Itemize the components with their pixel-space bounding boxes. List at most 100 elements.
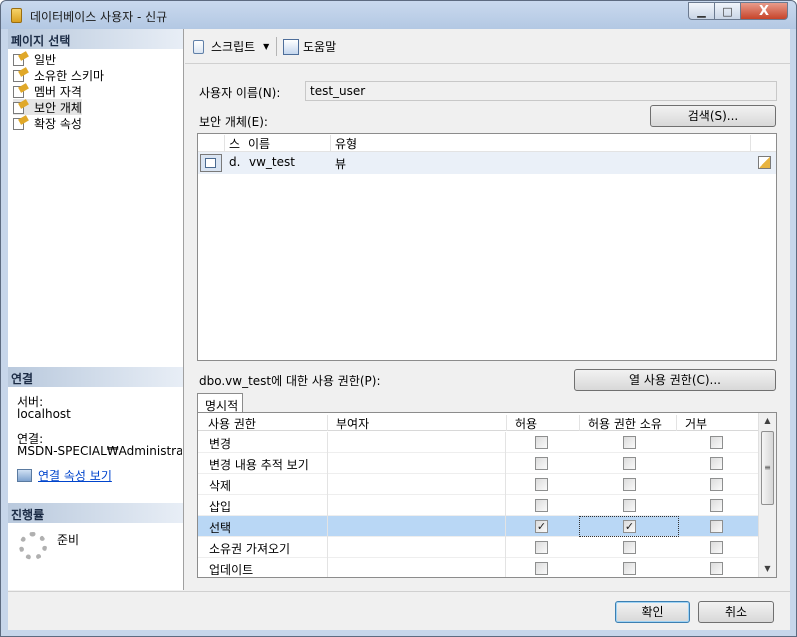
ok-button[interactable]: 확인 <box>615 601 690 623</box>
page-item-membership[interactable]: 멤버 자격 <box>13 82 82 99</box>
help-icon <box>283 38 299 55</box>
grantor-cell[interactable] <box>327 516 506 537</box>
connection-properties-icon <box>17 469 32 482</box>
search-button[interactable]: 검색(S)... <box>650 105 776 127</box>
deny-checkbox[interactable] <box>710 499 723 512</box>
column-header-extra <box>750 135 776 151</box>
dialog-footer: 확인 취소 <box>8 591 790 630</box>
column-header-permission[interactable]: 사용 권한 <box>200 415 256 431</box>
permissions-grid-header: 사용 권한 부여자 허용 허용 권한 소유 거부 <box>198 413 758 431</box>
column-permissions-button[interactable]: 열 사용 권한(C)... <box>574 369 776 391</box>
permission-name: 소유권 가져오기 <box>209 542 291 556</box>
table-row[interactable]: 삽입 <box>198 495 758 516</box>
with-grant-checkbox[interactable] <box>623 541 636 554</box>
edit-icon[interactable] <box>758 156 771 169</box>
table-row[interactable]: 변경 <box>198 432 758 453</box>
permissions-label: dbo.vw_test에 대한 사용 권한(P): <box>199 374 381 388</box>
permission-name: 삽입 <box>209 500 232 514</box>
with-grant-checkbox[interactable] <box>623 457 636 470</box>
page-item-label: 보안 개체 <box>34 100 82 115</box>
minimize-button[interactable]: ▁ <box>688 2 715 20</box>
page-item-general[interactable]: 일반 <box>13 50 56 67</box>
cell-schema: d. <box>229 155 241 169</box>
help-button[interactable]: 도움말 <box>283 38 336 55</box>
username-field[interactable]: test_user <box>305 81 777 101</box>
table-row[interactable]: 변경 내용 추적 보기 <box>198 453 758 474</box>
left-panel: 페이지 선택 일반 소유한 스키마 멤버 자격 보안 개체 확장 속성 연결 서… <box>8 29 184 590</box>
scroll-thumb[interactable]: ≡ <box>761 431 774 505</box>
close-button[interactable]: X <box>741 2 788 20</box>
view-connection-properties-row[interactable]: 연결 속성 보기 <box>17 467 112 484</box>
help-label: 도움말 <box>303 40 337 54</box>
deny-checkbox[interactable] <box>710 562 723 575</box>
with-grant-checkbox[interactable] <box>623 478 636 491</box>
column-header-name[interactable]: 이름 <box>244 135 270 151</box>
window-title: 데이터베이스 사용자 - 신규 <box>30 10 168 24</box>
table-row[interactable]: 삭제 <box>198 474 758 495</box>
page-item-owned-schemas[interactable]: 소유한 스키마 <box>13 66 105 83</box>
securables-grid-header: 스 이름 유형 <box>198 134 776 152</box>
column-header-type[interactable]: 유형 <box>330 135 750 151</box>
script-label: 스크립트 <box>211 40 256 54</box>
grantor-cell[interactable] <box>327 537 506 558</box>
deny-checkbox[interactable] <box>710 457 723 470</box>
view-connection-properties-link[interactable]: 연결 속성 보기 <box>38 467 112 484</box>
column-header-grant[interactable]: 허용 <box>506 415 537 431</box>
grant-checkbox[interactable]: ✓ <box>535 520 548 533</box>
column-header-schema[interactable]: 스 <box>224 135 240 151</box>
cancel-button[interactable]: 취소 <box>698 601 774 623</box>
with-grant-checkbox[interactable]: ✓ <box>623 520 636 533</box>
row-selector-icon[interactable] <box>200 154 222 172</box>
grant-checkbox[interactable] <box>535 541 548 554</box>
page-item-securables[interactable]: 보안 개체 <box>13 98 82 115</box>
permissions-grid[interactable]: 사용 권한 부여자 허용 허용 권한 소유 거부 변경변경 내용 추적 보기삭제… <box>197 412 777 578</box>
permission-name: 변경 내용 추적 보기 <box>209 458 309 472</box>
page-item-label: 멤버 자격 <box>34 84 82 99</box>
page-item-extended-properties[interactable]: 확장 속성 <box>13 114 82 131</box>
grant-checkbox[interactable] <box>535 478 548 491</box>
maximize-button[interactable]: □ <box>715 2 741 20</box>
page-select-header: 페이지 선택 <box>8 29 183 49</box>
page-wrench-icon <box>13 66 29 82</box>
grantor-cell[interactable] <box>327 474 506 495</box>
table-row[interactable]: 소유권 가져오기 <box>198 537 758 558</box>
with-grant-checkbox[interactable] <box>623 499 636 512</box>
table-row[interactable]: d. vw_test 뷰 <box>198 152 776 174</box>
scroll-up-icon[interactable]: ▲ <box>759 413 776 429</box>
securables-grid[interactable]: 스 이름 유형 d. vw_test 뷰 <box>197 133 777 361</box>
scroll-down-icon[interactable]: ▼ <box>759 561 776 577</box>
grantor-cell[interactable] <box>327 453 506 474</box>
permissions-scrollbar[interactable]: ▲ ≡ ▼ <box>758 413 776 577</box>
column-header-grantor[interactable]: 부여자 <box>327 415 369 431</box>
deny-checkbox[interactable] <box>710 520 723 533</box>
script-button[interactable]: 스크립트 ▼ <box>191 38 269 55</box>
grantor-cell[interactable] <box>327 432 506 453</box>
grant-checkbox[interactable] <box>535 457 548 470</box>
dialog-window: 데이터베이스 사용자 - 신규 ▁ □ X 페이지 선택 일반 소유한 스키마 … <box>0 0 797 637</box>
column-header-deny[interactable]: 거부 <box>676 415 707 431</box>
connection-header: 연결 <box>8 367 183 387</box>
page-wrench-icon <box>13 50 29 66</box>
grant-checkbox[interactable] <box>535 436 548 449</box>
deny-checkbox[interactable] <box>710 478 723 491</box>
table-row[interactable]: 업데이트 <box>198 558 758 577</box>
with-grant-checkbox[interactable] <box>623 436 636 449</box>
server-value: localhost <box>17 407 71 421</box>
dialog-client: 페이지 선택 일반 소유한 스키마 멤버 자격 보안 개체 확장 속성 연결 서… <box>8 29 790 630</box>
grantor-cell[interactable] <box>327 495 506 516</box>
grant-checkbox[interactable] <box>535 562 548 575</box>
grant-checkbox[interactable] <box>535 499 548 512</box>
progress-spinner-icon <box>19 532 47 560</box>
tab-explicit[interactable]: 명시적 <box>197 393 243 413</box>
deny-checkbox[interactable] <box>710 541 723 554</box>
with-grant-checkbox[interactable] <box>623 562 636 575</box>
page-item-label: 소유한 스키마 <box>34 68 105 83</box>
deny-checkbox[interactable] <box>710 436 723 449</box>
toolbar-separator <box>276 37 277 56</box>
table-row[interactable]: 선택 ✓ ✓ <box>198 516 758 537</box>
column-header-with-grant[interactable]: 허용 권한 소유 <box>579 415 662 431</box>
database-icon <box>11 8 22 23</box>
grantor-cell[interactable] <box>327 558 506 577</box>
chevron-down-icon[interactable]: ▼ <box>263 42 269 51</box>
title-bar[interactable]: 데이터베이스 사용자 - 신규 ▁ □ X <box>1 1 796 29</box>
